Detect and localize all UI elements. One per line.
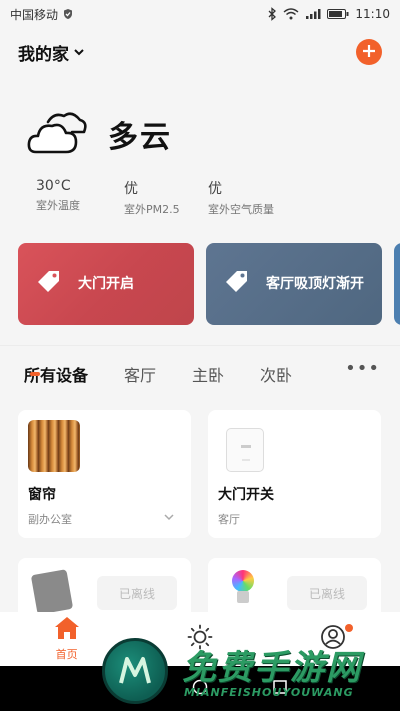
chevron-down-icon[interactable]	[163, 510, 175, 524]
metric-temperature: 30°C 室外温度	[36, 178, 124, 217]
status-left: 中国移动	[10, 6, 74, 23]
recents-icon[interactable]	[272, 679, 288, 699]
scene-carousel[interactable]: 大门开启 客厅吸顶灯渐开	[18, 243, 400, 325]
metric-value: 30°C	[36, 178, 71, 194]
status-right: 11:10	[267, 7, 390, 21]
bulb-base	[237, 591, 249, 603]
metric-label: 室外温度	[36, 199, 80, 212]
shield-check-icon	[62, 8, 74, 20]
active-tab-indicator	[30, 372, 40, 376]
scene-card-door-open[interactable]: 大门开启	[18, 243, 194, 325]
scene-card-partial[interactable]	[394, 243, 400, 325]
metric-value: 优	[208, 181, 222, 197]
status-bar: 中国移动 11:10	[0, 0, 400, 28]
sun-icon	[187, 624, 213, 654]
wifi-icon	[283, 8, 299, 20]
metric-value: 优	[124, 181, 138, 197]
scene-name: 客厅吸顶灯渐开	[266, 275, 364, 292]
weather-condition: 多云	[108, 120, 172, 155]
add-device-button[interactable]	[356, 39, 382, 65]
weather-metrics: 30°C 室外温度 优 室外PM2.5 优 室外空气质量	[36, 178, 328, 217]
offline-badge: 已离线	[97, 576, 177, 610]
scene-name: 大门开启	[78, 275, 134, 292]
metric-label: 室外空气质量	[208, 203, 274, 216]
home-selector[interactable]: 我的家	[18, 40, 85, 65]
nav-home[interactable]: 首页	[27, 616, 107, 662]
top-bar: 我的家	[0, 34, 400, 70]
nav-profile[interactable]	[293, 624, 373, 654]
system-navigation-bar	[0, 666, 400, 711]
metric-air-quality: 优 室外空气质量	[208, 178, 328, 217]
bottom-navigation: 首页	[0, 612, 400, 666]
curtain-thumbnail	[28, 420, 80, 472]
switch-thumbnail	[226, 428, 264, 472]
device-name: 窗帘	[28, 487, 56, 503]
sensor-thumbnail	[30, 569, 74, 615]
nav-home-label: 首页	[55, 648, 78, 661]
weather-summary: 多云	[26, 108, 172, 160]
room-tabs: 所有设备 客厅 主卧 次卧 •••	[0, 345, 400, 395]
tab-master-bedroom[interactable]: 主卧	[192, 362, 224, 386]
home-circle-icon[interactable]	[192, 679, 208, 699]
tab-living-room[interactable]: 客厅	[124, 362, 156, 386]
device-card-curtain[interactable]: 窗帘 副办公室	[18, 410, 191, 538]
metric-pm25: 优 室外PM2.5	[124, 178, 212, 217]
plus-icon	[362, 41, 376, 63]
carrier-label: 中国移动	[10, 7, 59, 22]
nav-scenes[interactable]	[160, 624, 240, 654]
back-icon[interactable]	[112, 679, 128, 699]
device-room: 副办公室	[28, 513, 72, 526]
device-room: 客厅	[218, 513, 240, 526]
chevron-down-icon	[73, 42, 85, 62]
device-name: 大门开关	[218, 487, 274, 503]
notification-dot	[345, 624, 354, 632]
offline-badge: 已离线	[287, 576, 367, 610]
user-icon	[320, 624, 346, 654]
scene-card-living-light[interactable]: 客厅吸顶灯渐开	[206, 243, 382, 325]
home-icon	[54, 616, 80, 644]
more-dots-icon[interactable]: •••	[345, 358, 380, 379]
cloud-icon	[26, 108, 88, 160]
battery-icon	[327, 8, 349, 20]
metric-label: 室外PM2.5	[124, 203, 180, 216]
tag-icon	[224, 269, 250, 299]
tag-icon	[36, 269, 62, 299]
tab-second-bedroom[interactable]: 次卧	[260, 362, 292, 386]
bulb-thumbnail	[232, 570, 254, 592]
bluetooth-icon	[267, 7, 277, 21]
signal-icon	[305, 8, 321, 20]
home-name: 我的家	[18, 44, 69, 65]
device-card-door-switch[interactable]: 大门开关 客厅	[208, 410, 381, 538]
status-time: 11:10	[355, 7, 390, 21]
